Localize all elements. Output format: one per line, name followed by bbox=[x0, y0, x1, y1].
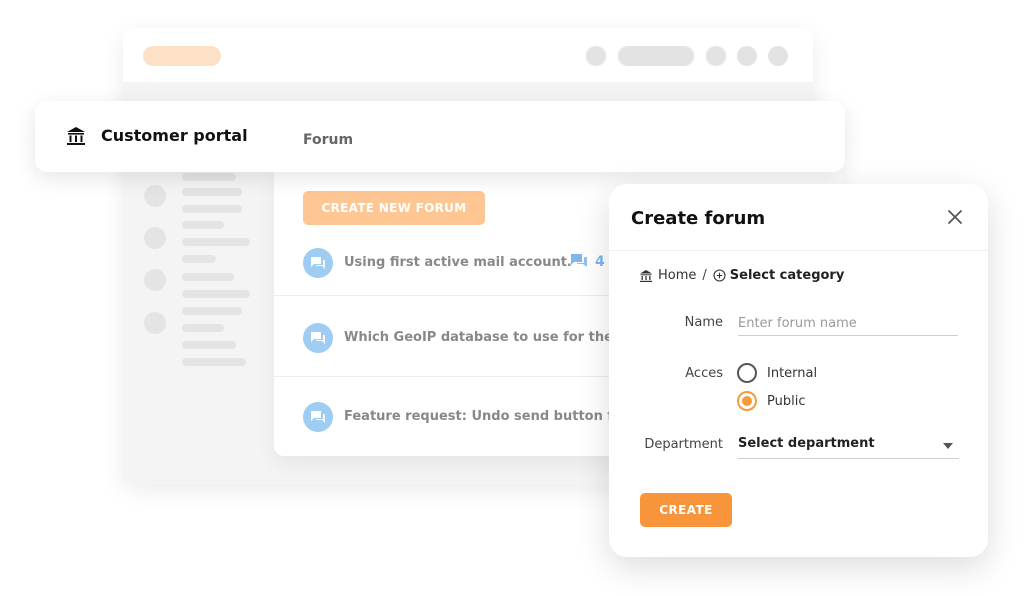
placeholder-pill bbox=[143, 46, 221, 66]
access-public-label[interactable]: Public bbox=[767, 394, 805, 409]
forum-topic-title[interactable]: Using first active mail account. bbox=[344, 255, 572, 270]
skeleton-line bbox=[182, 221, 224, 229]
department-label: Department bbox=[644, 437, 723, 452]
circle-plus-icon bbox=[713, 269, 726, 282]
create-button[interactable]: CREATE bbox=[640, 493, 732, 527]
close-icon[interactable] bbox=[946, 208, 964, 226]
skeleton-avatar bbox=[144, 269, 166, 291]
department-select[interactable]: Select department bbox=[738, 433, 959, 459]
skeleton-avatar bbox=[144, 185, 166, 207]
skeleton-line bbox=[182, 324, 224, 332]
portal-header: Customer portal Forum bbox=[35, 101, 845, 172]
create-new-forum-button[interactable]: CREATE NEW FORUM bbox=[303, 191, 485, 225]
skeleton-line bbox=[182, 173, 236, 181]
breadcrumb: Home / Select category bbox=[639, 268, 844, 283]
placeholder-dot bbox=[768, 46, 788, 66]
access-internal-radio[interactable] bbox=[737, 363, 757, 383]
modal-title: Create forum bbox=[631, 208, 766, 229]
background-topbar bbox=[123, 28, 813, 82]
skeleton-line bbox=[182, 358, 246, 366]
access-label: Acces bbox=[685, 366, 723, 381]
skeleton-avatar bbox=[144, 227, 166, 249]
skeleton-line bbox=[182, 255, 216, 263]
comments-icon bbox=[571, 254, 587, 267]
placeholder-dot bbox=[706, 46, 726, 66]
bank-icon bbox=[67, 127, 85, 145]
forum-name-input[interactable] bbox=[738, 312, 958, 336]
chat-bubble-icon bbox=[303, 248, 333, 278]
chat-bubble-icon bbox=[303, 402, 333, 432]
skeleton-line bbox=[182, 290, 250, 298]
placeholder-pill bbox=[618, 46, 694, 66]
chat-bubble-icon bbox=[303, 323, 333, 353]
access-internal-label[interactable]: Internal bbox=[767, 366, 817, 381]
skeleton-avatar bbox=[144, 312, 166, 334]
placeholder-dot bbox=[586, 46, 606, 66]
section-title: Forum bbox=[303, 132, 354, 148]
skeleton-line bbox=[182, 273, 234, 281]
bank-icon bbox=[640, 269, 652, 282]
reply-count: 4 bbox=[595, 254, 605, 270]
skeleton-line bbox=[182, 307, 242, 315]
breadcrumb-home-link[interactable]: Home bbox=[658, 268, 696, 283]
create-forum-modal: Create forum Home / Select category Name… bbox=[609, 184, 988, 557]
forum-topic-title[interactable]: Feature request: Undo send button for e bbox=[344, 409, 642, 424]
skeleton-line bbox=[182, 341, 236, 349]
breadcrumb-select-category[interactable]: Select category bbox=[730, 268, 845, 283]
forum-topic-title[interactable]: Which GeoIP database to use for the Liv bbox=[344, 330, 639, 345]
modal-divider bbox=[609, 250, 988, 251]
skeleton-line bbox=[182, 205, 242, 213]
department-select-value: Select department bbox=[738, 436, 875, 451]
name-label: Name bbox=[684, 315, 723, 330]
skeleton-line bbox=[182, 188, 242, 196]
breadcrumb-separator: / bbox=[702, 268, 707, 283]
placeholder-dot bbox=[737, 46, 757, 66]
caret-down-icon bbox=[943, 443, 953, 449]
access-public-radio[interactable] bbox=[737, 391, 757, 411]
skeleton-line bbox=[182, 238, 250, 246]
portal-title: Customer portal bbox=[101, 126, 248, 145]
